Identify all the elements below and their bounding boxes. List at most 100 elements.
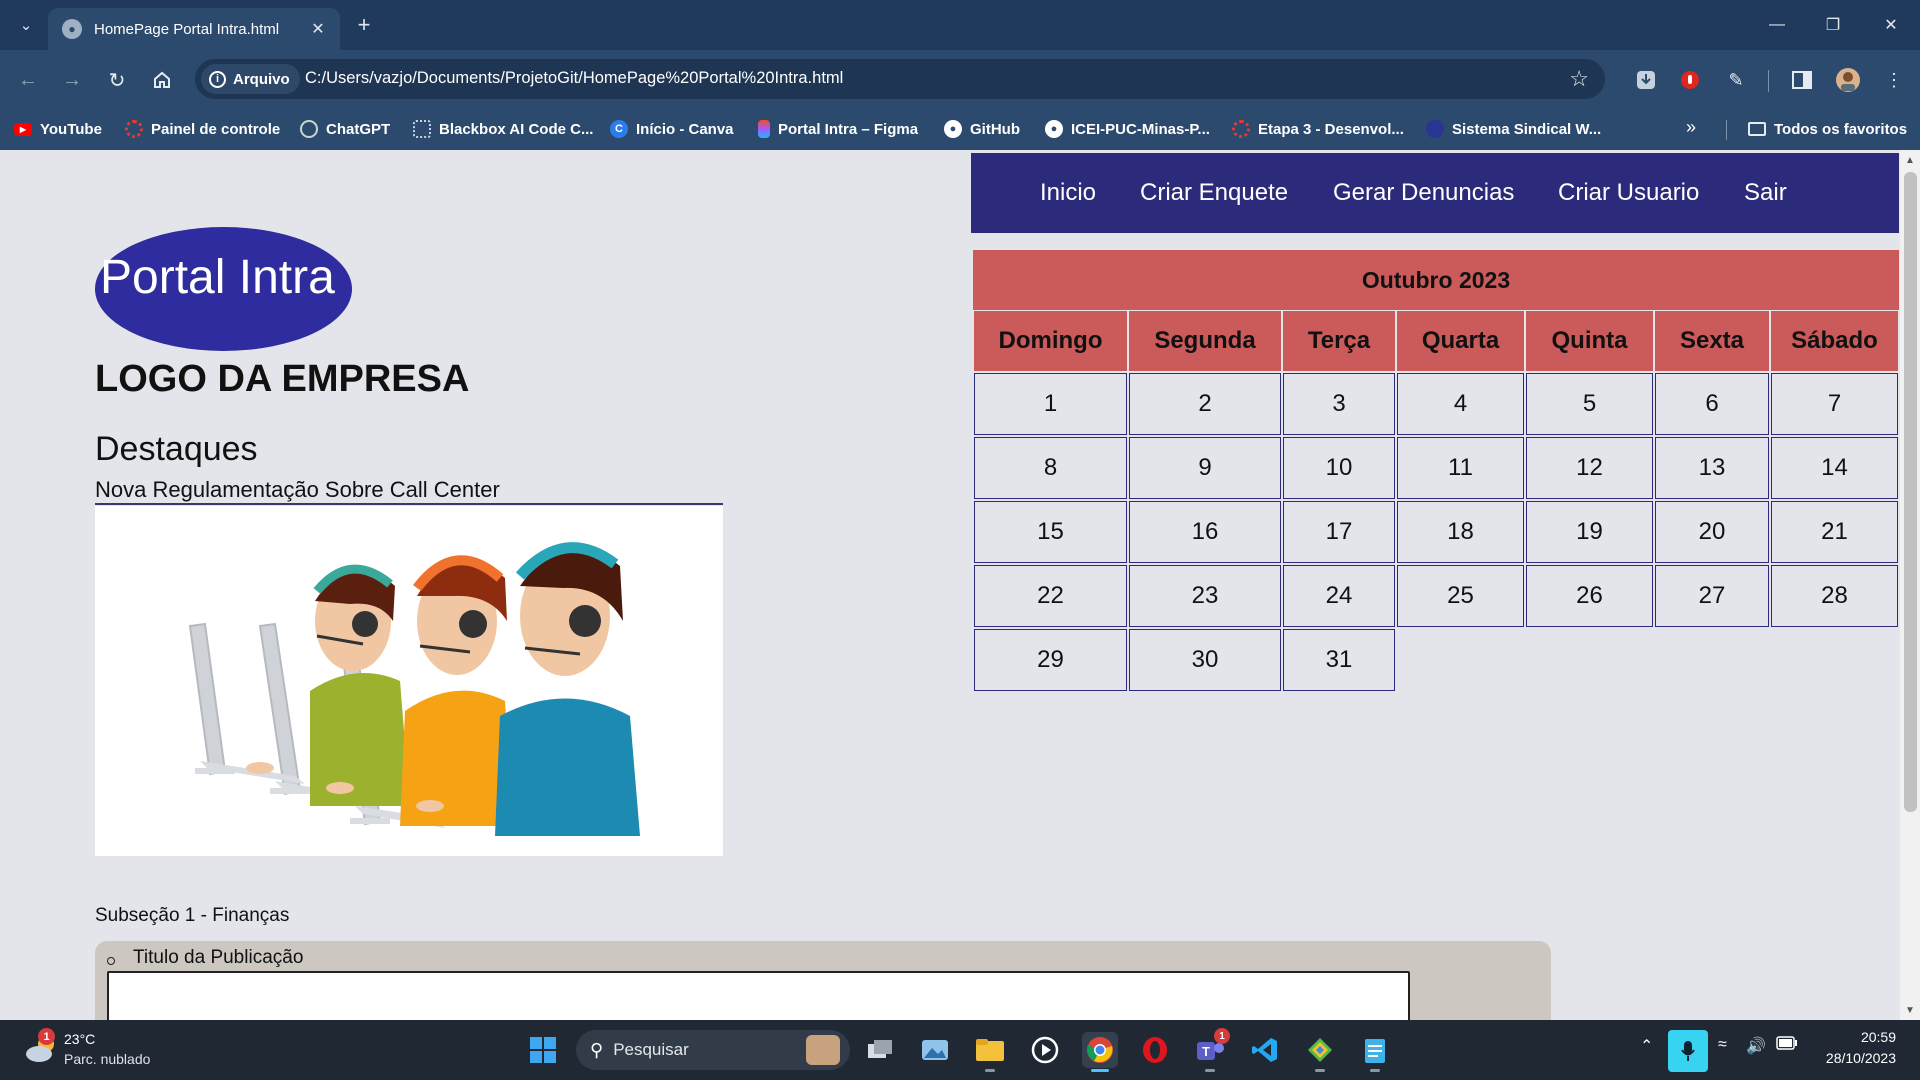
calendar-day[interactable]: 18 — [1397, 501, 1524, 563]
download-icon[interactable] — [1632, 66, 1660, 94]
file-explorer-icon[interactable] — [972, 1032, 1008, 1072]
photos-app-icon[interactable] — [917, 1032, 953, 1068]
app-diamond-icon[interactable] — [1302, 1032, 1338, 1072]
calendar-day[interactable]: 13 — [1655, 437, 1769, 499]
calendar-day[interactable]: 27 — [1655, 565, 1769, 627]
bookmark-sistema-sindical[interactable]: Sistema Sindical W... — [1426, 117, 1601, 141]
calendar-day[interactable]: 26 — [1526, 565, 1653, 627]
side-panel-icon[interactable] — [1788, 66, 1816, 94]
calendar-day[interactable]: 31 — [1283, 629, 1395, 691]
nav-gerar-denuncias[interactable]: Gerar Denuncias — [1333, 179, 1514, 207]
calendar-day[interactable]: 2 — [1129, 373, 1281, 435]
calendar-day[interactable]: 11 — [1397, 437, 1524, 499]
calendar-day[interactable]: 8 — [974, 437, 1127, 499]
bookmark-star-icon[interactable]: ☆ — [1569, 66, 1589, 92]
calendar-day[interactable]: 29 — [974, 629, 1127, 691]
calendar-day[interactable]: 17 — [1283, 501, 1395, 563]
calendar-day[interactable]: 23 — [1129, 565, 1281, 627]
address-bar[interactable]: i Arquivo C:/Users/vazjo/Documents/Proje… — [195, 59, 1605, 99]
forward-arrow-icon[interactable]: → — [56, 64, 88, 96]
restore-icon[interactable]: ❐ — [1810, 10, 1856, 40]
weather-temperature[interactable]: 23°C — [64, 1031, 95, 1047]
microphone-icon[interactable] — [1668, 1030, 1708, 1072]
calendar-day[interactable]: 24 — [1283, 565, 1395, 627]
chrome-icon[interactable] — [1082, 1032, 1118, 1072]
new-tab-icon[interactable]: + — [350, 12, 378, 38]
wifi-icon[interactable]: ≈ — [1718, 1036, 1727, 1054]
bookmark-github[interactable]: ● GitHub — [944, 117, 1020, 141]
calendar-day[interactable]: 28 — [1771, 565, 1898, 627]
calendar-body: 1 2 3 4 5 6 7 8 9 10 11 12 13 14 15 16 17 18 19 20 21 22 23 24 2… — [973, 372, 1899, 692]
weather-description[interactable]: Parc. nublado — [64, 1051, 150, 1067]
calendar-day[interactable]: 22 — [974, 565, 1127, 627]
gear-icon — [125, 120, 143, 138]
home-icon[interactable] — [146, 64, 178, 96]
clock-time[interactable]: 20:59 — [1840, 1029, 1896, 1045]
site-info-chip[interactable]: i Arquivo — [201, 64, 300, 94]
calendar-day[interactable]: 19 — [1526, 501, 1653, 563]
profile-avatar[interactable] — [1834, 66, 1862, 94]
more-bookmarks-icon[interactable]: » — [1686, 117, 1696, 138]
calendar-day[interactable]: 7 — [1771, 373, 1898, 435]
calendar-day[interactable]: 5 — [1526, 373, 1653, 435]
call-center-image[interactable] — [95, 506, 723, 856]
calendar-day[interactable]: 30 — [1129, 629, 1281, 691]
calendar-day[interactable]: 3 — [1283, 373, 1395, 435]
calendar-day[interactable]: 25 — [1397, 565, 1524, 627]
url-text[interactable]: C:/Users/vazjo/Documents/ProjetoGit/Home… — [305, 69, 843, 88]
taskbar-search[interactable]: ⚲ Pesquisar — [576, 1030, 850, 1070]
bookmark-etapa3[interactable]: Etapa 3 - Desenvol... — [1232, 117, 1404, 141]
browser-tab-active[interactable]: ● HomePage Portal Intra.html ✕ — [48, 8, 340, 50]
tab-search-chevron-icon[interactable]: ⌄ — [12, 12, 40, 38]
bookmark-chatgpt[interactable]: ChatGPT — [300, 117, 390, 141]
calendar-day[interactable]: 14 — [1771, 437, 1898, 499]
calendar-day[interactable]: 15 — [974, 501, 1127, 563]
calendar-day[interactable]: 12 — [1526, 437, 1653, 499]
nav-criar-usuario[interactable]: Criar Usuario — [1558, 179, 1699, 207]
clock-date[interactable]: 28/10/2023 — [1818, 1050, 1896, 1066]
close-tab-icon[interactable]: ✕ — [306, 17, 330, 41]
nav-sair[interactable]: Sair — [1744, 179, 1787, 207]
browser-menu-icon[interactable]: ⋮ — [1880, 66, 1908, 94]
reload-icon[interactable]: ↻ — [101, 64, 133, 96]
close-window-icon[interactable]: ✕ — [1868, 10, 1914, 40]
extension-record-icon[interactable] — [1676, 66, 1704, 94]
battery-icon[interactable] — [1776, 1036, 1798, 1055]
page-scrollbar[interactable]: ▲ ▼ — [1900, 150, 1920, 1020]
bookmark-label: ChatGPT — [326, 120, 391, 138]
calendar-day[interactable]: 21 — [1771, 501, 1898, 563]
tray-chevron-up-icon[interactable]: ⌃ — [1640, 1036, 1653, 1056]
bookmark-youtube[interactable]: ▶ YouTube — [14, 117, 102, 141]
back-arrow-icon[interactable]: ← — [12, 64, 44, 96]
bookmark-blackbox[interactable]: Blackbox AI Code C... — [413, 117, 593, 141]
media-player-icon[interactable] — [1027, 1032, 1063, 1068]
all-bookmarks-folder[interactable]: Todos os favoritos — [1748, 117, 1907, 141]
bookmark-icei[interactable]: ● ICEI-PUC-Minas-P... — [1045, 117, 1210, 141]
vscode-icon[interactable] — [1247, 1032, 1283, 1068]
news-link[interactable]: Nova Regulamentação Sobre Call Center — [95, 477, 723, 505]
scroll-thumb[interactable] — [1904, 172, 1917, 812]
opera-icon[interactable] — [1137, 1032, 1173, 1068]
volume-icon[interactable]: 🔊 — [1746, 1036, 1766, 1056]
scroll-up-arrow-icon[interactable]: ▲ — [1900, 152, 1920, 168]
calendar-day[interactable]: 1 — [974, 373, 1127, 435]
calendar-day[interactable]: 16 — [1129, 501, 1281, 563]
bookmark-figma[interactable]: Portal Intra – Figma — [758, 117, 918, 141]
publication-input[interactable] — [107, 971, 1410, 1020]
minimize-icon[interactable]: — — [1754, 10, 1800, 40]
task-view-icon[interactable] — [862, 1032, 898, 1068]
nav-criar-enquete[interactable]: Criar Enquete — [1140, 179, 1288, 207]
notepad-icon[interactable] — [1357, 1032, 1393, 1072]
bookmark-canva[interactable]: C Início - Canva — [610, 117, 734, 141]
calendar-day[interactable]: 4 — [1397, 373, 1524, 435]
nav-inicio[interactable]: Inicio — [1040, 179, 1096, 207]
calendar-day[interactable]: 20 — [1655, 501, 1769, 563]
calendar-day[interactable]: 6 — [1655, 373, 1769, 435]
teams-icon[interactable]: T 1 — [1192, 1028, 1230, 1072]
bookmark-painel[interactable]: Painel de controle — [125, 117, 280, 141]
scroll-down-arrow-icon[interactable]: ▼ — [1900, 1002, 1920, 1018]
windows-start-icon[interactable] — [525, 1032, 561, 1068]
calendar-day[interactable]: 10 — [1283, 437, 1395, 499]
extensions-puzzle-icon[interactable]: ✎ — [1722, 66, 1750, 94]
calendar-day[interactable]: 9 — [1129, 437, 1281, 499]
